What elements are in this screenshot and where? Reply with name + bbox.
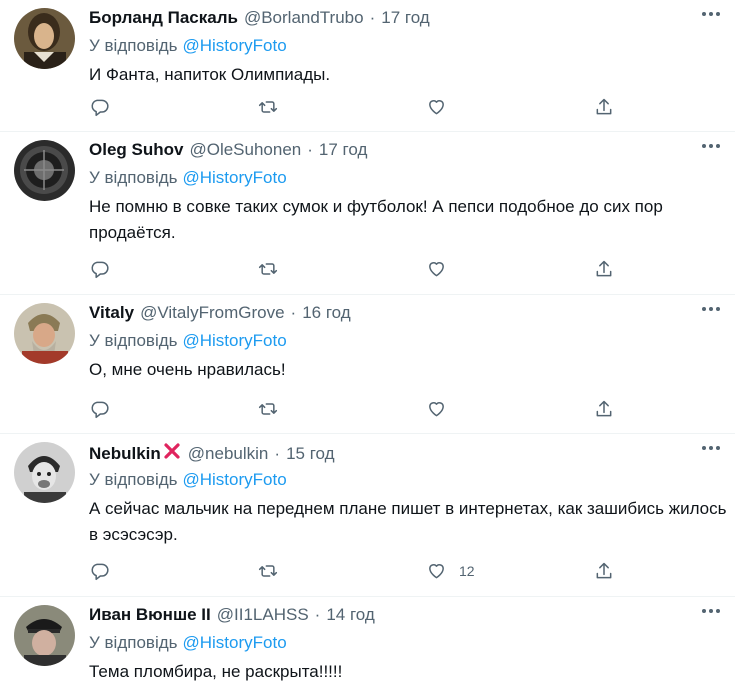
- reply-tweet[interactable]: Vitaly @VitalyFromGrove · 16 год У відповід…: [0, 295, 735, 434]
- mention-link[interactable]: @HistoryFoto: [183, 470, 287, 489]
- reply-tweet[interactable]: Иван Вюнше II @II1LAHSS · 14 год У відповід…: [0, 597, 735, 694]
- replying-to-label: У відповідь: [89, 168, 178, 187]
- reply-icon: [91, 99, 109, 117]
- user-handle[interactable]: @OleSuhonen: [189, 140, 301, 159]
- heart-icon: [429, 100, 444, 115]
- avatar[interactable]: [14, 303, 75, 364]
- mention-link[interactable]: @HistoryFoto: [183, 331, 287, 350]
- cross-mark-icon: [162, 441, 182, 467]
- replying-to: У відповідь @HistoryFoto: [89, 632, 287, 654]
- retweet-icon: [258, 565, 278, 577]
- more-options-icon[interactable]: [701, 608, 721, 620]
- reply-icon: [91, 261, 109, 279]
- avatar[interactable]: [14, 8, 75, 69]
- reply-button[interactable]: [89, 560, 110, 582]
- replying-to: У відповідь @HistoryFoto: [89, 469, 287, 491]
- separator-dot: ·: [307, 140, 313, 159]
- more-options-icon[interactable]: [701, 445, 721, 457]
- mention-link[interactable]: @HistoryFoto: [183, 633, 287, 652]
- replies-feed: Борланд Паскаль @BorlandTrubo · 17 год У ві…: [0, 0, 735, 694]
- tweet-header: Vitaly @VitalyFromGrove · 16 год: [89, 302, 351, 324]
- like-button[interactable]: [426, 258, 459, 280]
- like-button[interactable]: [426, 96, 459, 118]
- share-icon: [596, 98, 612, 115]
- reply-button[interactable]: [89, 398, 110, 420]
- share-button[interactable]: [594, 560, 614, 582]
- avatar[interactable]: [14, 140, 75, 201]
- tweet-actions: 12: [89, 560, 729, 582]
- timestamp[interactable]: 17 год: [381, 8, 429, 27]
- user-handle[interactable]: @BorlandTrubo: [244, 8, 364, 27]
- share-button[interactable]: [594, 96, 614, 118]
- tweet-header: Иван Вюнше II @II1LAHSS · 14 год: [89, 604, 375, 626]
- heart-icon: [429, 564, 444, 579]
- heart-icon: [429, 262, 444, 277]
- retweet-button[interactable]: [257, 258, 279, 280]
- display-name[interactable]: Vitaly: [89, 303, 134, 322]
- retweet-icon: [258, 403, 278, 415]
- reply-button[interactable]: [89, 96, 110, 118]
- replying-to-label: У відповідь: [89, 331, 178, 350]
- mention-link[interactable]: @HistoryFoto: [183, 36, 287, 55]
- retweet-button[interactable]: [257, 96, 279, 118]
- reply-tweet[interactable]: Nebulkin @nebulkin · 15 год У відповідь @His…: [0, 434, 735, 597]
- share-icon: [596, 260, 612, 277]
- reply-tweet[interactable]: Oleg Suhov @OleSuhonen · 17 год У відповідь…: [0, 132, 735, 295]
- tweet-text: Тема пломбира, не раскрыта!!!!!: [89, 662, 343, 681]
- tweet-text: А сейчас мальчик на переднем плане пишет…: [89, 499, 727, 544]
- display-name[interactable]: Oleg Suhov: [89, 140, 183, 159]
- timestamp[interactable]: 16 год: [302, 303, 350, 322]
- tweet-header: Борланд Паскаль @BorlandTrubo · 17 год: [89, 7, 430, 29]
- reply-icon: [91, 401, 109, 419]
- share-button[interactable]: [594, 258, 614, 280]
- replying-to: У відповідь @HistoryFoto: [89, 35, 287, 57]
- replying-to: У відповідь @HistoryFoto: [89, 167, 287, 189]
- tweet-text: Не помню в совке таких сумок и футболок!…: [89, 197, 663, 242]
- retweet-icon: [258, 263, 278, 275]
- separator-dot: ·: [369, 8, 376, 27]
- more-options-icon[interactable]: [701, 306, 721, 318]
- mention-link[interactable]: @HistoryFoto: [183, 168, 287, 187]
- tweet-header: Nebulkin @nebulkin · 15 год: [89, 441, 335, 463]
- timestamp[interactable]: 14 год: [326, 605, 374, 624]
- display-name[interactable]: Борланд Паскаль: [89, 8, 238, 27]
- reply-button[interactable]: [89, 258, 110, 280]
- share-icon: [596, 400, 612, 417]
- reply-tweet[interactable]: Борланд Паскаль @BorlandTrubo · 17 год У ві…: [0, 0, 735, 132]
- separator-dot: ·: [290, 303, 297, 322]
- share-icon: [596, 562, 612, 579]
- replying-to: У відповідь @HistoryFoto: [89, 330, 287, 352]
- share-button[interactable]: [594, 398, 614, 420]
- tweet-actions: [89, 258, 729, 280]
- tweet-text: И Фанта, напиток Олимпиады.: [89, 65, 331, 84]
- user-handle[interactable]: @VitalyFromGrove: [140, 303, 284, 322]
- reply-icon: [91, 563, 109, 581]
- user-handle[interactable]: @nebulkin: [188, 444, 269, 463]
- retweet-button[interactable]: [257, 560, 279, 582]
- heart-icon: [429, 402, 444, 417]
- separator-dot: ·: [314, 605, 321, 624]
- avatar[interactable]: [14, 605, 75, 666]
- avatar[interactable]: [14, 442, 75, 503]
- tweet-text: О, мне очень нравилась!: [89, 360, 286, 379]
- retweet-icon: [258, 101, 278, 113]
- retweet-button[interactable]: [257, 398, 279, 420]
- tweet-header: Oleg Suhov @OleSuhonen · 17 год: [89, 139, 367, 161]
- timestamp[interactable]: 17 год: [319, 140, 367, 159]
- replying-to-label: У відповідь: [89, 470, 178, 489]
- display-name[interactable]: Nebulkin: [89, 444, 161, 463]
- display-name[interactable]: Иван Вюнше II: [89, 605, 211, 624]
- like-button[interactable]: 12: [426, 560, 475, 582]
- timestamp[interactable]: 15 год: [286, 444, 334, 463]
- like-count: 12: [459, 563, 475, 579]
- user-handle[interactable]: @II1LAHSS: [217, 605, 309, 624]
- replying-to-label: У відповідь: [89, 633, 178, 652]
- more-options-icon[interactable]: [701, 143, 721, 155]
- like-button[interactable]: [426, 398, 459, 420]
- separator-dot: ·: [274, 444, 281, 463]
- tweet-actions: [89, 398, 729, 420]
- more-options-icon[interactable]: [701, 11, 721, 23]
- replying-to-label: У відповідь: [89, 36, 178, 55]
- tweet-actions: [89, 96, 729, 118]
